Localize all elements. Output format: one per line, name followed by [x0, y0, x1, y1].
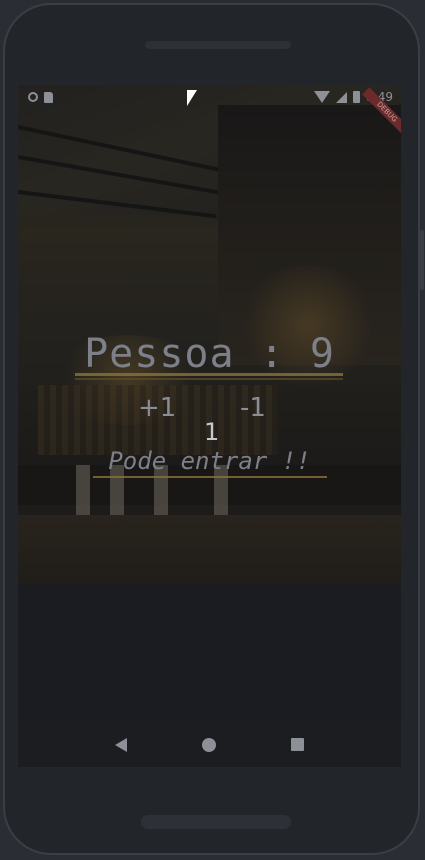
- back-icon[interactable]: [115, 737, 128, 752]
- status-underline: [93, 476, 327, 478]
- sd-card-icon: [44, 91, 53, 103]
- status-message: Pode entrar !!: [108, 447, 311, 475]
- signal-icon: [336, 91, 348, 103]
- title-underline: [75, 373, 343, 376]
- navigation-bar: [18, 722, 401, 767]
- top-speaker: [145, 41, 291, 49]
- volume-button[interactable]: [420, 230, 424, 290]
- recents-icon[interactable]: [290, 738, 304, 751]
- mouse-cursor-icon: [187, 90, 197, 106]
- decrement-button[interactable]: -1: [240, 393, 266, 423]
- people-count-title: Pessoa : 9: [84, 331, 335, 377]
- increment-button[interactable]: +1: [138, 393, 176, 423]
- circle-icon: [28, 92, 38, 102]
- battery-icon: [353, 91, 361, 103]
- bottom-speaker: [141, 815, 291, 829]
- screen: 8:49 DEBUG Pessoa : 9 +1 -1 1 Pode entra…: [18, 85, 401, 767]
- home-icon[interactable]: [201, 737, 216, 752]
- counter-value: 1: [204, 418, 220, 446]
- status-bar: 8:49: [18, 85, 401, 109]
- title-underline-secondary: [75, 378, 343, 380]
- wifi-icon: [314, 91, 331, 103]
